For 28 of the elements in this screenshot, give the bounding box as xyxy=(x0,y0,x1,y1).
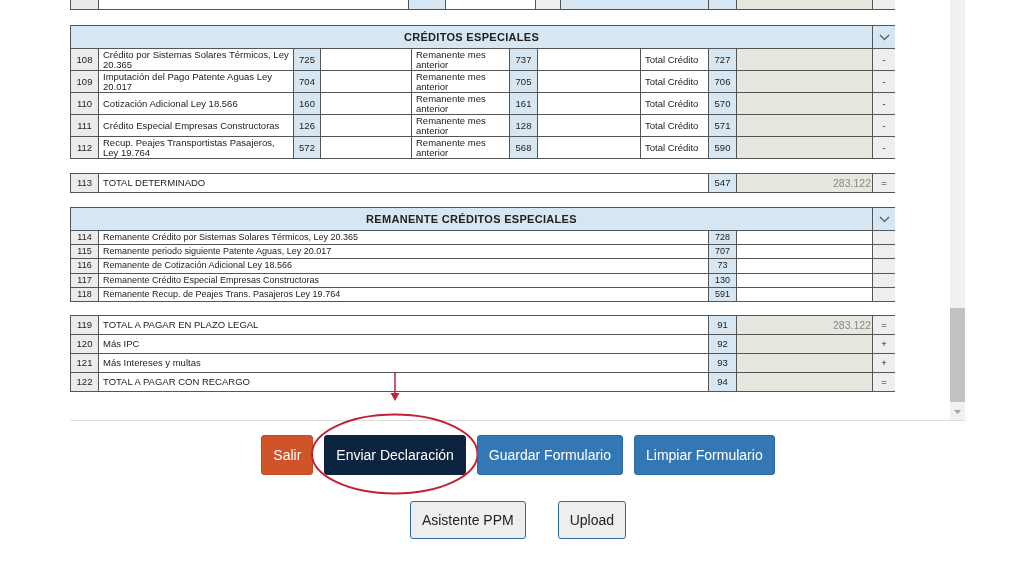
row-number: 113 xyxy=(70,173,99,193)
field-code: 91 xyxy=(708,315,737,335)
action-button[interactable]: Asistente PPM xyxy=(409,501,526,539)
action-button[interactable]: Limpiar Formulario xyxy=(634,435,775,475)
row-number: 108 xyxy=(70,48,99,71)
action-button[interactable]: Salir xyxy=(261,435,314,475)
value-field: 283.122 xyxy=(736,315,873,335)
action-button[interactable]: Enviar Declaración xyxy=(324,435,466,475)
row-label: TOTAL DETERMINADO xyxy=(98,173,709,193)
row-number: 111 xyxy=(70,114,99,137)
value-field: 283.122 xyxy=(736,173,873,193)
row-label: Recup. Peajes Transportistas Pasajeros, Ley 19.764 xyxy=(98,136,294,159)
action-button[interactable]: Guardar Formulario xyxy=(476,435,623,475)
row-label: Crédito Especial Empresas Constructoras xyxy=(98,114,294,137)
sign-label: = xyxy=(872,173,895,193)
row-number: 119 xyxy=(70,315,99,335)
section-title: REMANENTE CRÉDITOS ESPECIALES xyxy=(70,207,873,231)
row-label: Imputación del Pago Patente Aguas Ley 20.017 xyxy=(98,70,294,93)
row-number: 112 xyxy=(70,136,99,159)
field-code: 547 xyxy=(708,173,737,193)
section-title: CRÉDITOS ESPECIALES xyxy=(70,25,873,49)
row-number: 110 xyxy=(70,92,99,115)
action-button[interactable]: Upload xyxy=(557,501,627,539)
row-label: Cotización Adicional Ley 18.566 xyxy=(98,92,294,115)
row-label: Crédito por Sistemas Solares Térmicos, Ley 20.365 xyxy=(98,48,294,71)
row-label: TOTAL A PAGAR EN PLAZO LEGAL xyxy=(98,315,709,335)
row-number: 109 xyxy=(70,70,99,93)
sign-label: = xyxy=(872,315,895,335)
